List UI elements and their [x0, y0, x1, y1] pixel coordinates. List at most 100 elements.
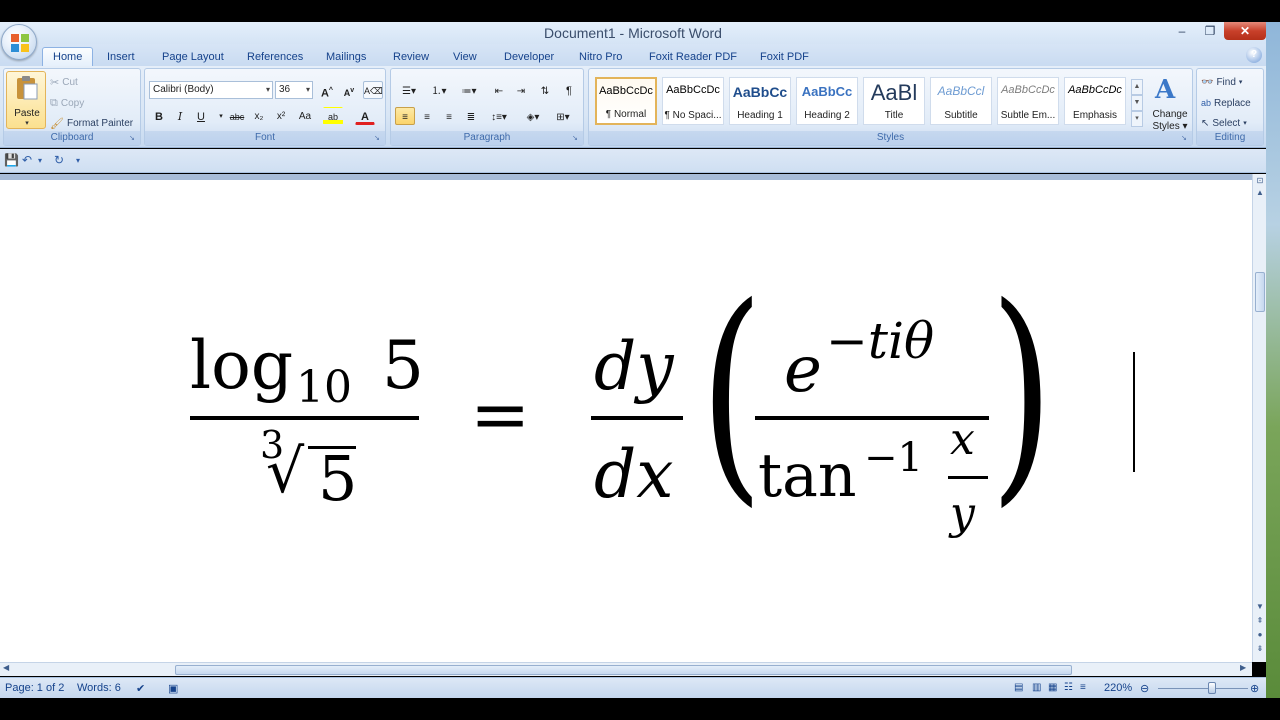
find-button[interactable]: 👓 Find ▾ — [1201, 73, 1242, 91]
increase-indent-button[interactable]: ⇥ — [511, 81, 531, 99]
tab-review[interactable]: Review — [393, 48, 429, 66]
scroll-left-icon[interactable]: ◀ — [3, 663, 9, 672]
page-count[interactable]: Page: 1 of 2 — [5, 682, 64, 694]
restore-button[interactable]: ❐ — [1196, 22, 1224, 40]
zoom-in-icon[interactable]: ⊕ — [1250, 682, 1259, 695]
print-layout-icon[interactable]: ▤ — [1014, 682, 1023, 693]
full-screen-reading-icon[interactable]: ▥ — [1032, 682, 1041, 693]
change-case-button[interactable]: Aa — [293, 107, 317, 125]
tab-page-layout[interactable]: Page Layout — [162, 48, 224, 66]
align-left-button[interactable]: ≡ — [395, 107, 415, 125]
tab-references[interactable]: References — [247, 48, 303, 66]
font-name-combo[interactable]: Calibri (Body) ▾ — [149, 81, 273, 99]
bullets-button[interactable]: ☰▾ — [395, 81, 423, 99]
style-heading-1[interactable]: AaBbCc Heading 1 — [729, 77, 791, 125]
replace-button[interactable]: ab Replace — [1201, 94, 1251, 112]
tab-mailings[interactable]: Mailings — [326, 48, 366, 66]
next-page-icon[interactable]: ⇟ — [1253, 644, 1267, 653]
select-button[interactable]: ↖ Select ▾ — [1201, 114, 1247, 132]
style-no-spacing[interactable]: AaBbCcDc ¶ No Spaci... — [662, 77, 724, 125]
chevron-up-icon[interactable]: ▲ — [1131, 79, 1143, 95]
zoom-out-icon[interactable]: ⊖ — [1140, 682, 1149, 695]
style-subtitle[interactable]: AaBbCcl Subtitle — [930, 77, 992, 125]
style-title[interactable]: AaBl Title — [863, 77, 925, 125]
proofing-icon[interactable]: ✔ — [136, 682, 145, 695]
styles-gallery-scroll[interactable]: ▲ ▼ ▾ — [1131, 79, 1143, 127]
outline-icon[interactable]: ☷ — [1064, 682, 1073, 693]
word-count[interactable]: Words: 6 — [77, 682, 121, 694]
paragraph-launcher-icon[interactable]: ↘ — [572, 135, 580, 143]
style-subtle-emphasis[interactable]: AaBbCcDc Subtle Em... — [997, 77, 1059, 125]
cut-button[interactable]: ✂ Cut — [50, 73, 78, 91]
font-launcher-icon[interactable]: ↘ — [374, 135, 382, 143]
strikethrough-button[interactable]: abc — [225, 107, 249, 125]
justify-button[interactable]: ≣ — [461, 107, 481, 125]
align-center-button[interactable]: ≡ — [417, 107, 437, 125]
italic-button[interactable]: I — [170, 107, 190, 125]
ruler-toggle-icon[interactable]: ⊡ — [1253, 176, 1267, 185]
borders-button[interactable]: ⊞▾ — [549, 107, 577, 125]
align-right-button[interactable]: ≡ — [439, 107, 459, 125]
draft-icon[interactable]: ≡ — [1080, 682, 1086, 693]
document-page[interactable]: log 10 5 3 √ 5 = dy dx ( ) e −tiθ tan −1… — [0, 180, 1252, 662]
vertical-scrollbar[interactable]: ⊡ ▲ ▼ ⇞ ● ⇟ — [1252, 174, 1266, 662]
more-icon[interactable]: ▾ — [1131, 111, 1143, 127]
macro-record-icon[interactable]: ▣ — [168, 682, 178, 695]
undo-icon[interactable]: ↶ — [22, 153, 32, 167]
decrease-indent-button[interactable]: ⇤ — [489, 81, 509, 99]
tab-insert[interactable]: Insert — [107, 48, 135, 66]
grow-font-button[interactable]: A^ — [317, 81, 337, 100]
format-painter-button[interactable]: 🖌 Format Painter — [50, 114, 133, 132]
copy-button[interactable]: ⧉ Copy — [50, 94, 84, 112]
shading-button[interactable]: ◈▾ — [519, 107, 547, 125]
tab-home[interactable]: Home — [42, 47, 94, 67]
style-emphasis[interactable]: AaBbCcDc Emphasis — [1064, 77, 1126, 125]
zoom-slider-thumb[interactable] — [1208, 682, 1216, 694]
underline-button[interactable]: U — [191, 107, 211, 125]
styles-launcher-icon[interactable]: ↘ — [1181, 135, 1189, 143]
scroll-right-icon[interactable]: ▶ — [1240, 663, 1246, 672]
office-button[interactable] — [1, 24, 37, 60]
tab-foxit-pdf[interactable]: Foxit PDF — [760, 48, 809, 66]
numbering-button[interactable]: ⒈▾ — [425, 81, 453, 99]
shrink-font-button[interactable]: Av — [339, 81, 359, 99]
chevron-down-icon[interactable]: ▼ — [1131, 95, 1143, 111]
save-icon[interactable]: 💾 — [4, 153, 19, 167]
paste-button[interactable]: Paste ▾ — [6, 71, 46, 129]
redo-icon[interactable]: ↻ — [54, 153, 64, 167]
tab-developer[interactable]: Developer — [504, 48, 554, 66]
line-spacing-button[interactable]: ↕≡▾ — [485, 107, 513, 125]
close-button[interactable]: ✕ — [1224, 22, 1266, 40]
clear-formatting-button[interactable]: A⌫ — [363, 81, 383, 99]
font-size-combo[interactable]: 36 ▾ — [275, 81, 313, 99]
horizontal-scroll-thumb[interactable] — [175, 665, 1072, 675]
multilevel-list-button[interactable]: ≔▾ — [455, 81, 483, 99]
scroll-down-icon[interactable]: ▼ — [1253, 602, 1267, 611]
horizontal-scrollbar[interactable]: ◀ ▶ — [0, 662, 1252, 676]
minimize-button[interactable]: – — [1168, 22, 1196, 40]
zoom-level[interactable]: 220% — [1104, 682, 1132, 694]
vertical-scroll-thumb[interactable] — [1255, 272, 1265, 312]
change-styles-button[interactable]: A Change Styles ▾ — [1149, 73, 1191, 132]
web-layout-icon[interactable]: ▦ — [1048, 682, 1057, 693]
highlight-button[interactable]: ab — [323, 107, 343, 125]
customize-toolbar-icon[interactable]: ▾ — [76, 156, 80, 165]
help-icon[interactable]: ? — [1246, 47, 1262, 63]
clipboard-launcher-icon[interactable]: ↘ — [129, 135, 137, 143]
scroll-up-icon[interactable]: ▲ — [1253, 188, 1267, 197]
show-marks-button[interactable]: ¶ — [559, 81, 579, 99]
equation[interactable]: log 10 5 3 √ 5 = dy dx ( ) e −tiθ tan −1… — [0, 180, 1252, 662]
previous-page-icon[interactable]: ⇞ — [1253, 616, 1267, 625]
select-browse-object-icon[interactable]: ● — [1253, 630, 1267, 639]
sort-button[interactable]: ⇅ — [535, 81, 555, 99]
style-heading-2[interactable]: AaBbCc Heading 2 — [796, 77, 858, 125]
font-color-button[interactable]: A — [355, 107, 375, 125]
zoom-slider-track[interactable] — [1158, 688, 1248, 689]
tab-nitro-pro[interactable]: Nitro Pro — [579, 48, 622, 66]
tab-foxit-reader-pdf[interactable]: Foxit Reader PDF — [649, 48, 737, 66]
undo-dropdown-icon[interactable]: ▾ — [38, 156, 42, 165]
tab-view[interactable]: View — [453, 48, 477, 66]
subscript-button[interactable]: x₂ — [249, 107, 269, 125]
bold-button[interactable]: B — [149, 107, 169, 125]
style-normal[interactable]: AaBbCcDc ¶ Normal — [595, 77, 657, 125]
